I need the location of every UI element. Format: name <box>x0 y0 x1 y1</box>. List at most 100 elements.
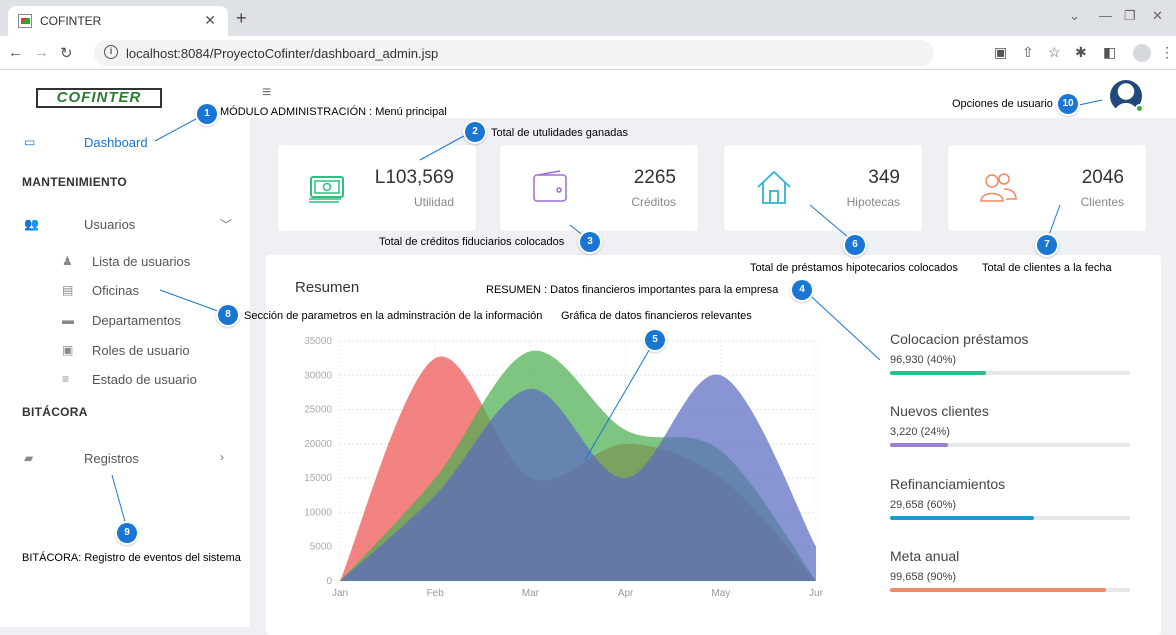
annotation-text: Opciones de usuario <box>952 98 1053 110</box>
stat-value: 99,658 (90%) <box>890 571 957 583</box>
users-icon: 👥 <box>24 217 39 231</box>
wallet-icon <box>533 170 567 202</box>
translate-icon[interactable]: ▣ <box>994 44 1007 61</box>
annotation-text: Total de préstamos hipotecarios colocado… <box>750 262 958 274</box>
reload-icon[interactable]: ↻ <box>60 44 73 62</box>
stat-progress-fill <box>890 516 1034 520</box>
annotation-text: Total de utulidades ganadas <box>491 127 628 139</box>
url-field[interactable]: i localhost:8084/ProyectoCofinter/dashbo… <box>94 40 934 66</box>
list-icon: ≡ <box>62 372 70 386</box>
back-icon[interactable]: ← <box>8 44 23 61</box>
stat-meta-anual: Meta anual 99,658 (90%) <box>890 548 1130 592</box>
y-tick-label: 5000 <box>310 542 333 553</box>
annotation-text: MÓDULO ADMINISTRACIÓN : Menú principal <box>220 106 447 118</box>
annotation-badge: 9 <box>117 523 137 543</box>
annotation-text: Total de clientes a la fecha <box>982 262 1112 274</box>
close-tab-icon[interactable]: ✕ <box>204 12 216 29</box>
browser-tab[interactable]: COFINTER ✕ <box>8 6 228 36</box>
x-tick-label: May <box>711 588 730 599</box>
stat-title: Refinanciamientos <box>890 476 1006 492</box>
x-tick-label: Jan <box>332 588 348 599</box>
site-info-icon[interactable]: i <box>104 45 118 59</box>
user-icon: ♟ <box>62 254 73 268</box>
card-utilidad: L103,569 Utilidad <box>278 145 476 231</box>
card-value: L103,569 <box>374 167 454 188</box>
x-tick-label: Jur <box>809 588 824 599</box>
annotation-badge: 7 <box>1037 235 1057 255</box>
stat-progress-fill <box>890 443 948 447</box>
id-card-icon: ▣ <box>62 343 74 357</box>
annotation-text: Gráfica de datos financieros relevantes <box>561 310 752 322</box>
cofinter-logo[interactable]: COFINTER <box>36 88 162 108</box>
extensions-icon[interactable]: ✱ <box>1075 44 1087 61</box>
browser-menu-icon[interactable]: ⋮ <box>1160 44 1174 61</box>
money-icon <box>309 176 344 203</box>
stat-progress-fill <box>890 588 1106 592</box>
stat-nuevos-clientes: Nuevos clientes 3,220 (24%) <box>890 403 1130 447</box>
forward-icon[interactable]: → <box>34 44 49 61</box>
close-window-icon[interactable]: ✕ <box>1152 8 1163 24</box>
url-text: localhost:8084/ProyectoCofinter/dashboar… <box>126 46 439 61</box>
browser-tab-bar: COFINTER ✕ + ⌄ — ❐ ✕ <box>0 0 1176 36</box>
sidebar-item-label: Departamentos <box>92 313 181 328</box>
stat-progress-fill <box>890 371 986 375</box>
app-root: COFINTER ≡ ▭ Dashboard MANTENIMIENTO 👥 U… <box>0 70 1176 635</box>
sidebar-subitem-oficinas[interactable]: ▤ Oficinas <box>0 278 250 304</box>
stat-title: Colocacion préstamos <box>890 331 1029 347</box>
new-tab-icon[interactable]: + <box>236 8 247 29</box>
monitor-icon: ▭ <box>24 135 36 149</box>
share-icon[interactable]: ⇧ <box>1022 44 1034 61</box>
office-icon: ▤ <box>62 283 74 297</box>
sidebar-item-dashboard[interactable]: ▭ Dashboard <box>0 130 250 156</box>
annotation-badge: 2 <box>465 122 485 142</box>
stat-title: Nuevos clientes <box>890 403 989 419</box>
stat-progress-track <box>890 443 1130 447</box>
minimize-icon[interactable]: — <box>1099 8 1112 23</box>
sidebar-item-label: Estado de usuario <box>92 372 197 387</box>
annotation-badge: 6 <box>845 235 865 255</box>
menu-toggle-icon[interactable]: ≡ <box>262 84 271 102</box>
sidebar-item-usuarios[interactable]: 👥 Usuarios ﹀ <box>0 212 250 238</box>
y-tick-label: 0 <box>326 576 332 587</box>
book-icon: ▰ <box>24 451 34 465</box>
y-tick-label: 20000 <box>304 439 332 450</box>
card-label: Hipotecas <box>846 195 900 209</box>
restore-icon[interactable]: ❐ <box>1124 8 1136 24</box>
online-status-dot <box>1135 104 1144 113</box>
user-avatar[interactable] <box>1110 80 1144 113</box>
sidebar-item-registros[interactable]: ▰ Registros › <box>0 446 250 472</box>
bookmark-star-icon[interactable]: ☆ <box>1048 44 1061 61</box>
sidebar-subitem-lista-usuarios[interactable]: ♟ Lista de usuarios <box>0 249 250 275</box>
panel-title: Resumen <box>295 279 360 296</box>
stat-title: Meta anual <box>890 548 960 564</box>
annotation-badge: 4 <box>792 280 812 300</box>
annotation-text: Sección de parametros en la adminstració… <box>244 310 543 322</box>
annotation-text: RESUMEN : Datos financieros importantes … <box>486 284 779 296</box>
logo-text: COFINTER <box>56 89 142 106</box>
sidebar-subitem-estado[interactable]: ≡ Estado de usuario <box>0 367 250 393</box>
sidebar-subitem-departamentos[interactable]: ▬ Departamentos <box>0 308 250 334</box>
card-value: 2046 <box>1081 167 1124 188</box>
y-tick-label: 15000 <box>304 473 332 484</box>
sidebar-item-label: Roles de usuario <box>92 343 190 358</box>
card-hipotecas: 349 Hipotecas <box>724 145 922 231</box>
chevron-down-icon: ﹀ <box>220 218 233 232</box>
card-label: Créditos <box>631 195 676 209</box>
annotation-text: BITÁCORA: Registro de eventos del sistem… <box>22 552 241 564</box>
browser-profile-icon[interactable] <box>1133 44 1151 62</box>
sidebar-subitem-roles[interactable]: ▣ Roles de usuario <box>0 338 250 364</box>
stat-progress-track <box>890 516 1130 520</box>
y-tick-label: 25000 <box>304 405 332 416</box>
stat-colocacion: Colocacion préstamos 96,930 (40%) <box>890 331 1130 375</box>
x-tick-label: Feb <box>427 588 445 599</box>
sidebar-item-label: Dashboard <box>84 135 148 150</box>
sidebar-item-label: Lista de usuarios <box>92 254 191 269</box>
y-tick-label: 10000 <box>304 507 332 518</box>
sidebar-item-label: Usuarios <box>84 217 136 232</box>
address-bar-row: ← → ↻ i localhost:8084/ProyectoCofinter/… <box>0 36 1176 70</box>
side-panel-icon[interactable]: ◧ <box>1103 44 1116 61</box>
users-icon <box>980 173 1017 202</box>
stat-progress-track <box>890 371 1130 375</box>
tab-search-icon[interactable]: ⌄ <box>1069 8 1080 24</box>
house-icon <box>757 170 791 204</box>
